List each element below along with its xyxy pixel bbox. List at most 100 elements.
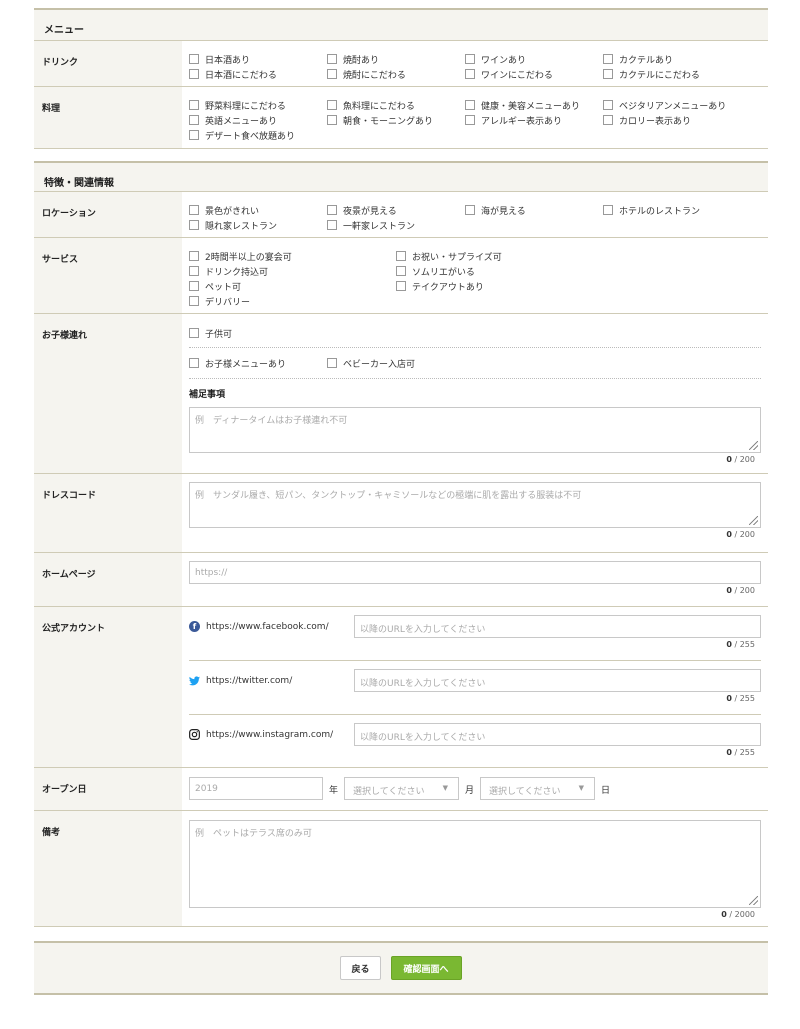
- checkbox-option[interactable]: カクテルあり: [603, 53, 741, 66]
- checkbox-option[interactable]: 2時間半以上の宴会可: [189, 250, 396, 263]
- checkbox-box[interactable]: [189, 328, 199, 338]
- checkbox-option[interactable]: 朝食・モーニングあり: [327, 114, 465, 127]
- checkbox-option[interactable]: 夜景が見える: [327, 204, 465, 217]
- checkbox-option[interactable]: 日本酒にこだわる: [189, 68, 327, 81]
- checkbox-option[interactable]: お祝い・サプライズ可: [396, 250, 603, 263]
- checkbox-option[interactable]: テイクアウトあり: [396, 280, 603, 293]
- checkbox-option[interactable]: 英語メニューあり: [189, 114, 327, 127]
- checkbox-option[interactable]: ドリンク持込可: [189, 265, 396, 278]
- checkbox-label: カクテルにこだわる: [619, 70, 700, 81]
- open-month-select[interactable]: 選択してください ▼: [344, 777, 460, 800]
- checkbox-kids-allowed[interactable]: 子供可: [189, 327, 761, 340]
- checkbox-box[interactable]: [189, 69, 199, 79]
- checkbox-box[interactable]: [189, 266, 199, 276]
- checkbox-option[interactable]: デリバリー: [189, 295, 396, 308]
- checkbox-option[interactable]: アレルギー表示あり: [465, 114, 603, 127]
- checkbox-option[interactable]: ワインにこだわる: [465, 68, 603, 81]
- checkbox-option[interactable]: 野菜料理にこだわる: [189, 99, 327, 112]
- checkbox-box[interactable]: [465, 115, 475, 125]
- open-year-input[interactable]: 2019: [189, 777, 323, 800]
- checkbox-option[interactable]: 健康・美容メニューあり: [465, 99, 603, 112]
- checkbox-option[interactable]: ベジタリアンメニューあり: [603, 99, 741, 112]
- checkbox-option[interactable]: 海が見える: [465, 204, 603, 217]
- checkbox-box[interactable]: [396, 281, 406, 291]
- remarks-field: 例 ペットはテラス席のみ可 0 / 2000: [182, 811, 769, 926]
- checkbox-box[interactable]: [465, 205, 475, 215]
- checkbox-box[interactable]: [327, 54, 337, 64]
- checkbox-box[interactable]: [327, 358, 337, 368]
- checkbox-box[interactable]: [603, 54, 613, 64]
- checkbox-box[interactable]: [465, 100, 475, 110]
- confirm-button[interactable]: 確認画面へ: [390, 956, 462, 980]
- service-checkbox-grid: 2時間半以上の宴会可 お祝い・サプライズ可 ドリンク持込可 ソムリエがいる ペット可 テイ…: [189, 250, 760, 308]
- checkbox-box[interactable]: [396, 266, 406, 276]
- account-facebook: f https://www.facebook.com/ 以降のURLを入力してく…: [189, 607, 761, 661]
- remarks-textarea[interactable]: 例 ペットはテラス席のみ可: [189, 820, 761, 908]
- checkbox-option[interactable]: ワインあり: [465, 53, 603, 66]
- checkbox-box[interactable]: [327, 205, 337, 215]
- checkbox-box[interactable]: [189, 220, 199, 230]
- accounts-fields: f https://www.facebook.com/ 以降のURLを入力してく…: [182, 607, 769, 767]
- checkbox-option[interactable]: ベビーカー入店可: [327, 357, 465, 370]
- section-header-features: 特徴・関連情報: [34, 161, 768, 192]
- resize-grip-icon[interactable]: [749, 441, 758, 450]
- remarks-counter: 0 / 2000: [189, 910, 761, 919]
- twitter-input[interactable]: 以降のURLを入力してください: [354, 669, 761, 692]
- service-options: 2時間半以上の宴会可 お祝い・サプライズ可 ドリンク持込可 ソムリエがいる ペット可 テイ…: [182, 238, 768, 313]
- facebook-input[interactable]: 以降のURLを入力してください: [354, 615, 761, 638]
- checkbox-option[interactable]: カロリー表示あり: [603, 114, 741, 127]
- form-footer: 戻る 確認画面へ: [34, 941, 768, 995]
- checkbox-box[interactable]: [465, 54, 475, 64]
- checkbox-box[interactable]: [189, 130, 199, 140]
- food-options: 野菜料理にこだわる 魚料理にこだわる 健康・美容メニューあり ベジタリアンメニューあり…: [182, 87, 768, 148]
- resize-grip-icon[interactable]: [749, 516, 758, 525]
- checkbox-option[interactable]: 焼酎あり: [327, 53, 465, 66]
- checkbox-option[interactable]: デザート食べ放題あり: [189, 129, 327, 142]
- checkbox-option[interactable]: 日本酒あり: [189, 53, 327, 66]
- row-kids: お子様連れ 子供可 お子様メニューあり ベビーカー入店可 補足事項 例 ディナータ…: [34, 314, 768, 474]
- dresscode-textarea[interactable]: 例 サンダル履き、短パン、タンクトップ・キャミソールなどの極端に肌を露出する服装…: [189, 482, 761, 528]
- open-day-select[interactable]: 選択してください ▼: [480, 777, 596, 800]
- checkbox-box[interactable]: [465, 69, 475, 79]
- checkbox-option[interactable]: 魚料理にこだわる: [327, 99, 465, 112]
- restaurant-form: メニュー ドリンク 日本酒あり 焼酎あり ワインあり カクテルあり 日本酒にこだわる 焼酎…: [34, 0, 768, 995]
- checkbox-option[interactable]: ペット可: [189, 280, 396, 293]
- checkbox-box[interactable]: [603, 115, 613, 125]
- checkbox-label: 野菜料理にこだわる: [205, 101, 286, 112]
- checkbox-option[interactable]: ソムリエがいる: [396, 265, 603, 278]
- checkbox-option[interactable]: 一軒家レストラン: [327, 219, 465, 232]
- checkbox-box[interactable]: [603, 100, 613, 110]
- checkbox-box[interactable]: [189, 281, 199, 291]
- homepage-input[interactable]: https://: [189, 561, 761, 584]
- checkbox-option[interactable]: 隠れ家レストラン: [189, 219, 327, 232]
- checkbox-box[interactable]: [189, 296, 199, 306]
- instagram-input[interactable]: 以降のURLを入力してください: [354, 723, 761, 746]
- checkbox-option[interactable]: 景色がきれい: [189, 204, 327, 217]
- checkbox-box[interactable]: [189, 115, 199, 125]
- drink-options: 日本酒あり 焼酎あり ワインあり カクテルあり日本酒にこだわる 焼酎にこだわる ワインにこ…: [182, 41, 768, 86]
- checkbox-box[interactable]: [327, 100, 337, 110]
- back-button[interactable]: 戻る: [340, 956, 381, 980]
- checkbox-box[interactable]: [189, 54, 199, 64]
- checkbox-box[interactable]: [603, 69, 613, 79]
- checkbox-box[interactable]: [189, 358, 199, 368]
- counter-max: / 200: [731, 530, 755, 539]
- checkbox-box[interactable]: [327, 69, 337, 79]
- checkbox-box[interactable]: [603, 205, 613, 215]
- checkbox-label: ワインあり: [481, 55, 527, 66]
- row-label-food: 料理: [34, 87, 182, 148]
- checkbox-option[interactable]: カクテルにこだわる: [603, 68, 741, 81]
- checkbox-box[interactable]: [189, 100, 199, 110]
- checkbox-box[interactable]: [327, 220, 337, 230]
- checkbox-box[interactable]: [189, 251, 199, 261]
- checkbox-box[interactable]: [396, 251, 406, 261]
- kids-note-textarea[interactable]: 例 ディナータイムはお子様連れ不可: [189, 407, 761, 453]
- checkbox-box[interactable]: [189, 205, 199, 215]
- row-label-location: ロケーション: [34, 192, 182, 237]
- checkbox-option[interactable]: 焼酎にこだわる: [327, 68, 465, 81]
- checkbox-label: 子供可: [205, 329, 233, 340]
- checkbox-option[interactable]: ホテルのレストラン: [603, 204, 741, 217]
- resize-grip-icon[interactable]: [749, 896, 758, 905]
- checkbox-box[interactable]: [327, 115, 337, 125]
- checkbox-option[interactable]: お子様メニューあり: [189, 357, 327, 370]
